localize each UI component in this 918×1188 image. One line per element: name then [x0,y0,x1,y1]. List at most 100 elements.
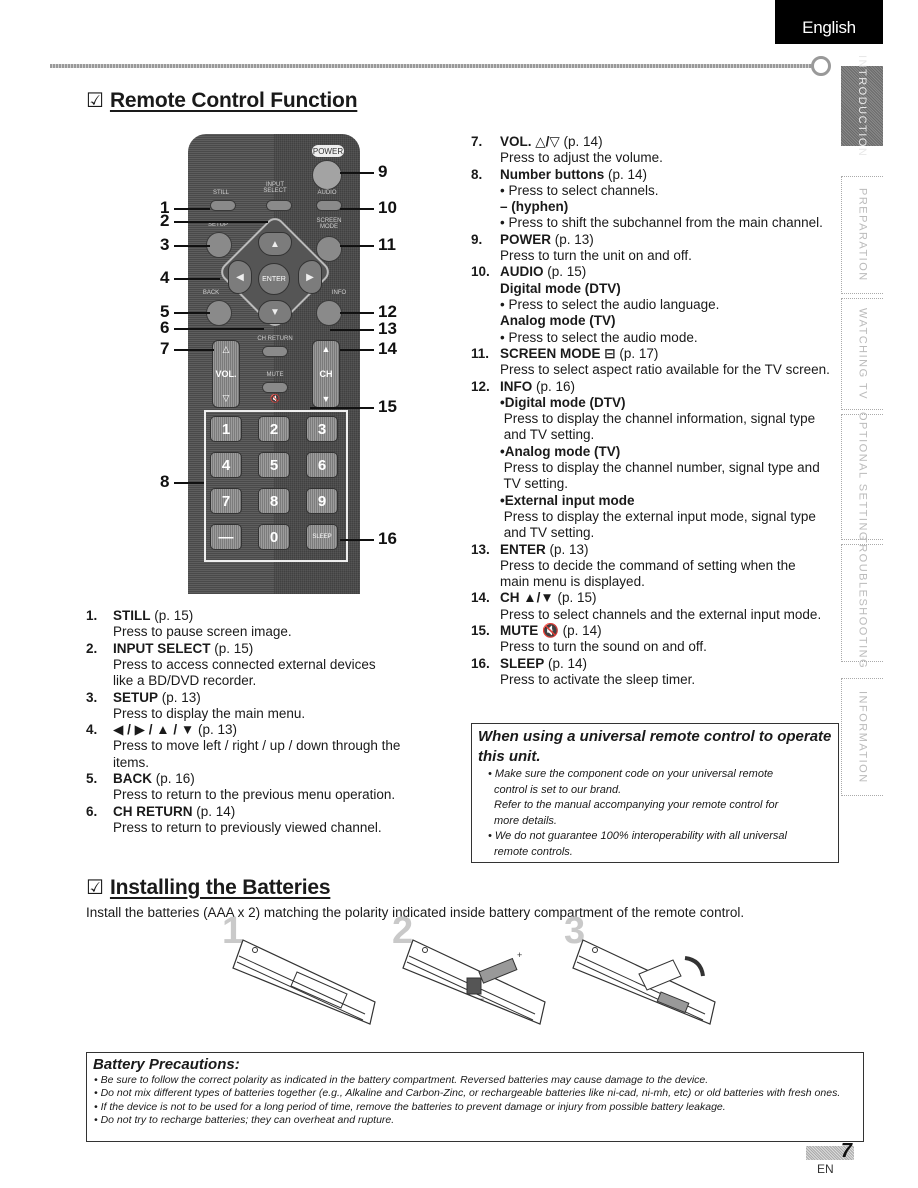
item-description: main menu is displayed. [500,574,645,590]
audio-button[interactable] [316,200,342,211]
item-page-ref: (p. 14) [563,134,603,149]
up-arrow-button[interactable]: ▲ [258,232,292,256]
item-description: Press to turn the unit on and off. [500,248,692,264]
callout-number: 7 [160,339,170,358]
left-arrow-button[interactable]: ◀ [228,260,252,294]
function-item: 16. SLEEP (p. 14) Press to activate the sl… [471,656,841,689]
item-description: Press to select aspect ratio available f… [500,362,830,378]
number-key-9[interactable]: 9 [306,488,338,514]
item-page-ref: (p. 15) [154,608,194,623]
number-key-3[interactable]: 3 [306,416,338,442]
item-description: • Press to shift the subchannel from the… [500,215,823,231]
item-page-ref: (p. 13) [554,231,594,247]
input-select-label: INPUT SELECT [263,182,287,194]
item-description: Press to display the main menu. [113,705,306,721]
callout-line [330,329,374,331]
number-key-5[interactable]: 5 [258,452,290,478]
ch-label: CH [319,369,333,379]
item-name: SETUP [113,689,159,705]
item-heading: Number buttons (p. 14) [471,167,841,183]
page-language-code: EN [817,1162,834,1176]
precaution-item: • If the device is not to be used for a … [94,1100,726,1113]
header-divider [50,64,820,68]
item-name: POWER [500,231,552,247]
number-key-7[interactable]: 7 [210,488,242,514]
item-number: 15. [471,623,490,638]
battery-precautions-box: Battery Precautions: • Be sure to follow… [86,1052,864,1142]
item-heading: SCREEN MODE ⊟ (p. 17) [471,346,841,362]
remote-control-illustration: POWER STILL INPUT SELECT AUDIO SETUP SCR… [188,134,360,594]
function-item: 6. CH RETURN (p. 14) Press to return to pr… [86,804,446,837]
item-description: and TV setting. [500,525,595,541]
number-key-0[interactable]: 0 [258,524,290,550]
precaution-item: • Do not try to recharge batteries; they… [94,1114,395,1127]
item-name: ENTER [500,541,546,557]
item-heading: SETUP (p. 13) [86,690,446,706]
mute-label: MUTE [266,372,284,378]
side-tab-preparation[interactable]: PREPARATION [841,176,883,294]
side-tab-troubleshooting[interactable]: TROUBLESHOOTING [841,536,883,670]
side-tab-watching-tv[interactable]: WATCHING TV [841,298,883,410]
item-number: 11. [471,345,490,361]
callout-number: 15 [378,397,397,416]
side-tab-label: OPTIONAL SETTING [856,412,869,542]
mute-button[interactable] [262,382,288,393]
precautions-heading: Battery Precautions: [93,1056,240,1073]
sleep-button[interactable]: SLEEP [306,524,338,550]
number-key-1[interactable]: 1 [210,416,242,442]
item-number: 13. [471,541,490,557]
hyphen-key[interactable]: — [210,524,242,550]
item-description: Press to select channels and the externa… [500,606,822,622]
info-button[interactable] [316,300,342,326]
vol-down-icon: ▽ [222,393,230,403]
callout-number: 14 [378,339,397,358]
side-tab-label: INFORMATION [856,690,869,784]
item-page-ref: (p. 14) [608,166,648,182]
number-key-6[interactable]: 6 [306,452,338,478]
power-button[interactable] [312,160,342,190]
item-number: 2. [86,640,98,656]
function-item: 4. ◀ / ▶ / ▲ / ▼ (p. 13) Press to move lef… [86,722,446,771]
item-description: Press to display the channel number, sig… [500,459,820,475]
item-number: 12. [471,378,490,394]
function-item: 12. INFO (p. 16) •Digital mode (DTV) Press… [471,379,841,542]
callout-line [340,349,374,351]
callout-line [174,328,264,330]
item-page-ref: (p. 13) [161,689,201,705]
item-heading: INFO (p. 16) [471,379,841,395]
back-label: BACK [202,290,220,296]
right-arrow-button[interactable]: ▶ [298,260,322,294]
svg-text:+: + [517,950,522,960]
number-key-8[interactable]: 8 [258,488,290,514]
down-arrow-button[interactable]: ▼ [258,300,292,324]
callout-line [174,312,210,314]
item-description: Press to activate the sleep timer. [500,671,696,687]
number-key-4[interactable]: 4 [210,452,242,478]
item-heading: AUDIO (p. 15) [471,264,841,280]
volume-rocker[interactable]: △ VOL. ▽ [212,340,240,408]
ch-up-icon: ▲ [321,344,331,354]
item-heading: CH RETURN (p. 14) [86,804,446,820]
channel-rocker[interactable]: ▲ CH ▼ [312,340,340,408]
item-name: VOL. △/▽ [500,134,560,149]
input-select-button[interactable] [266,200,292,211]
callout-number: 2 [160,211,170,230]
side-tab-information[interactable]: INFORMATION [841,678,883,796]
item-number: 7. [471,134,483,149]
item-description: Press to return to previously viewed cha… [113,819,382,835]
ch-return-button[interactable] [262,346,288,357]
callout-line [340,245,374,247]
side-tab-introduction[interactable]: INTRODUCTION [841,55,883,157]
item-number: 9. [471,231,483,247]
side-tab-optional-setting[interactable]: OPTIONAL SETTING [841,412,883,542]
section-title-text: Installing the Batteries [109,875,331,899]
item-page-ref: (p. 16) [155,771,195,786]
still-button[interactable] [210,200,236,211]
number-key-2[interactable]: 2 [258,416,290,442]
callout-line [174,278,220,280]
callout-number: 4 [160,268,170,287]
enter-button[interactable]: ENTER [258,263,290,295]
item-number: 10. [471,264,490,280]
item-page-ref: (p. 13) [549,541,589,557]
item-page-ref: (p. 15) [557,590,597,606]
